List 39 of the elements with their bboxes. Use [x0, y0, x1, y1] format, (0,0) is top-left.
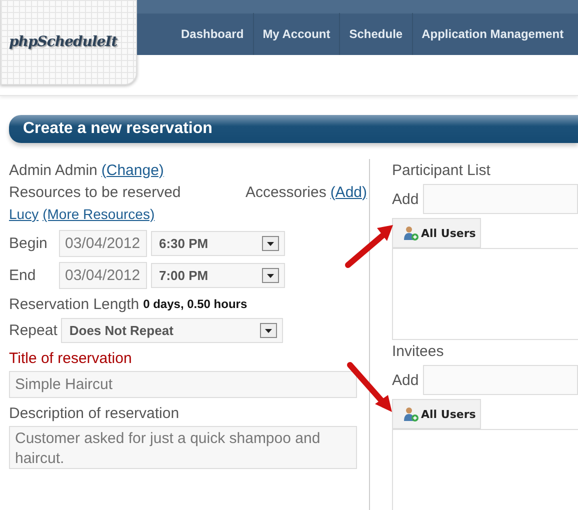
- resources-label: Resources to be reserved: [9, 184, 181, 200]
- time-dropdown[interactable]: 6:30 PM: [151, 230, 285, 256]
- begin-label: Begin: [9, 234, 48, 252]
- all-users-button[interactable]: All Users: [392, 218, 481, 248]
- arrow-annotation: [347, 362, 392, 412]
- repeat-dropdown[interactable]: Does Not Repeat: [61, 318, 284, 342]
- length-label: Reservation Length: [9, 296, 140, 312]
- add-field[interactable]: [422, 184, 578, 214]
- user-add-icon: [403, 225, 419, 241]
- user-add-icon: [403, 406, 419, 422]
- date-field[interactable]: 03/04/2012: [59, 230, 147, 256]
- description-field[interactable]: Customer asked for just a quick shampoo and haircut.: [9, 426, 357, 469]
- more-resources-link[interactable]: (More Resources): [42, 206, 155, 222]
- nav-item[interactable]: Dashboard: [170, 13, 253, 55]
- length-value: 0 days, 0.50 hours: [143, 297, 248, 311]
- logo[interactable]: phpScheduleIt: [0, 0, 137, 85]
- date-field[interactable]: 03/04/2012: [59, 262, 147, 288]
- description-label: Description of reservation: [9, 404, 180, 422]
- nav-item[interactable]: My Account: [252, 13, 340, 55]
- change-link[interactable]: (Change): [101, 162, 164, 178]
- repeat-label: Repeat: [9, 322, 58, 338]
- add-field[interactable]: [422, 365, 578, 395]
- time-dropdown[interactable]: 7:00 PM: [151, 262, 285, 288]
- add-label: Add: [392, 372, 419, 388]
- arrow-annotation: [345, 225, 393, 268]
- section-label: Participant List: [392, 162, 490, 178]
- nav-item[interactable]: Schedule: [339, 13, 412, 55]
- title-label: Title of reservation: [9, 350, 132, 366]
- section-label: Invitees: [392, 342, 444, 360]
- add-link[interactable]: (Add): [330, 184, 367, 200]
- resource-link[interactable]: Lucy: [9, 206, 39, 222]
- end-label: End: [9, 266, 37, 284]
- title-field[interactable]: Simple Haircut: [9, 371, 357, 398]
- add-label: Add: [392, 190, 419, 208]
- nav-item[interactable]: Application Management: [412, 13, 573, 55]
- owner-name: Admin Admin: [9, 162, 98, 178]
- accessories-label: Accessories: [245, 184, 326, 200]
- page-title: Create a new reservation: [9, 115, 578, 143]
- all-users-button[interactable]: All Users: [392, 399, 481, 429]
